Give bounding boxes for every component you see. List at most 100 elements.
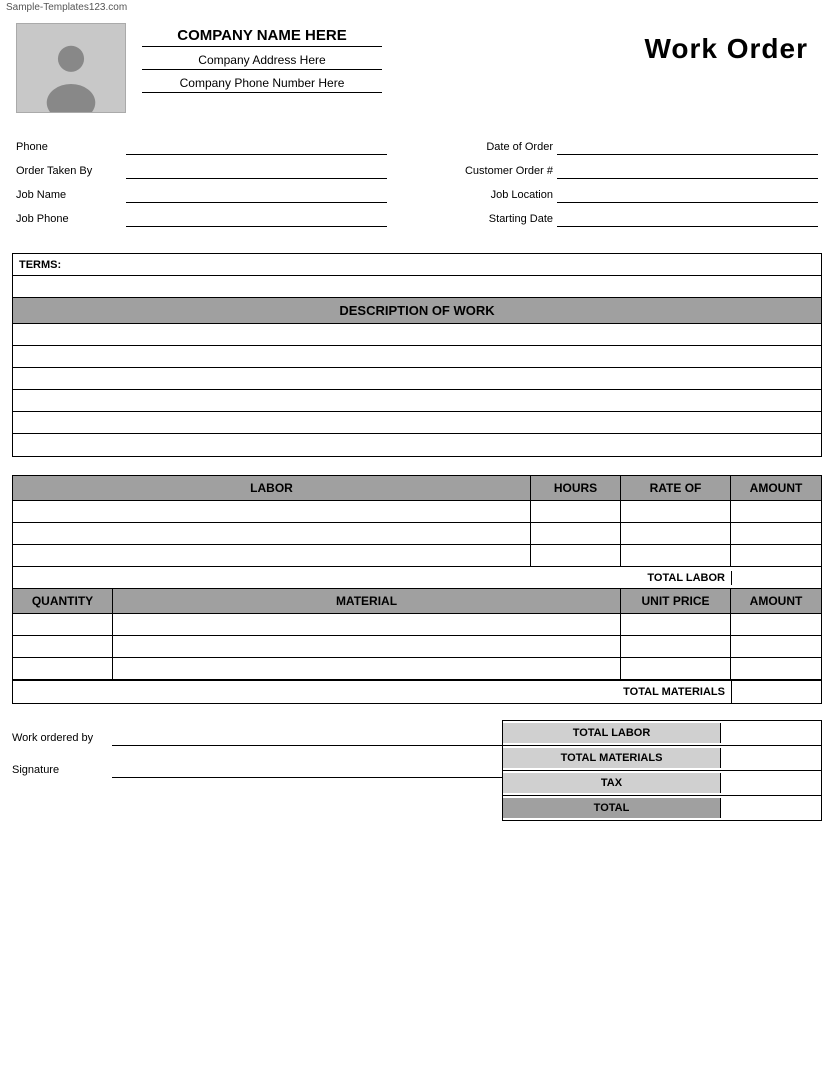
job-name-row: Job Name Job Location	[16, 187, 818, 203]
work-ordered-row: Work ordered by	[12, 730, 502, 746]
labor-col-rate: RATE OF	[621, 476, 731, 500]
summary-tax-label: TAX	[503, 773, 721, 793]
labor-cell-hours-3[interactable]	[531, 545, 621, 566]
mat-col-price: UNIT PRICE	[621, 589, 731, 613]
job-phone-input[interactable]	[126, 211, 387, 227]
terms-section: TERMS: DESCRIPTION OF WORK	[12, 253, 822, 457]
starting-date-label: Starting Date	[427, 213, 557, 225]
labor-cell-amount-1[interactable]	[731, 501, 821, 522]
mat-cell-price-2[interactable]	[621, 636, 731, 657]
total-materials-label: TOTAL MATERIALS	[13, 686, 731, 698]
mat-col-qty: QUANTITY	[13, 589, 113, 613]
mat-cell-price-1[interactable]	[621, 614, 731, 635]
form-section: Phone Date of Order Order Taken By Custo…	[0, 121, 834, 243]
labor-cell-labor-3[interactable]	[13, 545, 531, 566]
work-ordered-input[interactable]	[112, 730, 502, 746]
job-location-label: Job Location	[427, 189, 557, 201]
mat-cell-amount-1[interactable]	[731, 614, 821, 635]
mat-cell-amount-2[interactable]	[731, 636, 821, 657]
labor-cell-hours-2[interactable]	[531, 523, 621, 544]
company-address: Company Address Here	[142, 53, 382, 70]
order-taken-input[interactable]	[126, 163, 387, 179]
total-labor-row: TOTAL LABOR	[13, 567, 821, 589]
customer-order-label: Customer Order #	[427, 165, 557, 177]
signature-row: Signature	[12, 762, 502, 778]
summary-tax-value[interactable]	[721, 771, 821, 795]
labor-cell-rate-3[interactable]	[621, 545, 731, 566]
summary-total-labor-value[interactable]	[721, 721, 821, 745]
mat-cell-price-3[interactable]	[621, 658, 731, 679]
mat-cell-material-3[interactable]	[113, 658, 621, 679]
labor-cell-labor-1[interactable]	[13, 501, 531, 522]
summary-tax-row: TAX	[503, 771, 821, 796]
date-of-order-label: Date of Order	[427, 141, 557, 153]
watermark: Sample-Templates123.com	[0, 0, 834, 15]
labor-col-labor: LABOR	[13, 476, 531, 500]
labor-cell-hours-1[interactable]	[531, 501, 621, 522]
mat-cell-qty-1[interactable]	[13, 614, 113, 635]
mat-col-material: MATERIAL	[113, 589, 621, 613]
order-taken-label: Order Taken By	[16, 165, 126, 177]
labor-cell-rate-1[interactable]	[621, 501, 731, 522]
phone-label: Phone	[16, 141, 126, 153]
summary-total-value[interactable]	[721, 796, 821, 820]
mat-col-amount: AMOUNT	[731, 589, 821, 613]
labor-row-3	[13, 545, 821, 567]
terms-label-row: TERMS:	[13, 254, 821, 276]
terms-row-1	[13, 276, 821, 298]
order-taken-row: Order Taken By Customer Order #	[16, 163, 818, 179]
desc-header: DESCRIPTION OF WORK	[13, 298, 821, 324]
mat-cell-amount-3[interactable]	[731, 658, 821, 679]
desc-row-5	[13, 412, 821, 434]
labor-cell-amount-2[interactable]	[731, 523, 821, 544]
customer-order-input[interactable]	[557, 163, 818, 179]
materials-header-row: QUANTITY MATERIAL UNIT PRICE AMOUNT	[13, 589, 821, 614]
labor-section: LABOR HOURS RATE OF AMOUNT TOTAL LABOR Q…	[12, 475, 822, 704]
desc-row-4	[13, 390, 821, 412]
mat-cell-qty-2[interactable]	[13, 636, 113, 657]
labor-row-1	[13, 501, 821, 523]
logo-box	[16, 23, 126, 113]
company-info: COMPANY NAME HERE Company Address Here C…	[142, 23, 382, 99]
mat-cell-material-2[interactable]	[113, 636, 621, 657]
labor-col-amount: AMOUNT	[731, 476, 821, 500]
signature-area: Work ordered by Signature	[12, 720, 502, 794]
company-phone: Company Phone Number Here	[142, 76, 382, 93]
labor-cell-labor-2[interactable]	[13, 523, 531, 544]
labor-cell-amount-3[interactable]	[731, 545, 821, 566]
mat-cell-qty-3[interactable]	[13, 658, 113, 679]
header: COMPANY NAME HERE Company Address Here C…	[0, 15, 834, 121]
starting-date-input[interactable]	[557, 211, 818, 227]
summary-table: TOTAL LABOR TOTAL MATERIALS TAX TOTAL	[502, 720, 822, 821]
summary-section: Work ordered by Signature TOTAL LABOR TO…	[12, 720, 822, 821]
desc-row-6	[13, 434, 821, 456]
signature-input[interactable]	[112, 762, 502, 778]
labor-row-2	[13, 523, 821, 545]
summary-total-row: TOTAL	[503, 796, 821, 820]
labor-cell-rate-2[interactable]	[621, 523, 731, 544]
job-location-input[interactable]	[557, 187, 818, 203]
total-labor-label: TOTAL LABOR	[13, 572, 731, 584]
labor-col-hours: HOURS	[531, 476, 621, 500]
summary-total-label: TOTAL	[503, 798, 721, 818]
summary-total-labor-label: TOTAL LABOR	[503, 723, 721, 743]
mat-cell-material-1[interactable]	[113, 614, 621, 635]
terms-label: TERMS:	[19, 259, 61, 271]
job-name-input[interactable]	[126, 187, 387, 203]
summary-total-materials-value[interactable]	[721, 746, 821, 770]
company-name: COMPANY NAME HERE	[142, 27, 382, 47]
summary-total-materials-row: TOTAL MATERIALS	[503, 746, 821, 771]
summary-total-materials-label: TOTAL MATERIALS	[503, 748, 721, 768]
labor-header-row: LABOR HOURS RATE OF AMOUNT	[13, 476, 821, 501]
signature-label: Signature	[12, 764, 112, 776]
desc-row-3	[13, 368, 821, 390]
total-materials-amount[interactable]	[731, 681, 821, 703]
summary-total-labor-row: TOTAL LABOR	[503, 721, 821, 746]
job-phone-label: Job Phone	[16, 213, 126, 225]
total-labor-amount[interactable]	[731, 571, 821, 585]
phone-row: Phone Date of Order	[16, 139, 818, 155]
avatar	[17, 24, 125, 112]
phone-input[interactable]	[126, 139, 387, 155]
total-materials-row: TOTAL MATERIALS	[13, 680, 821, 703]
date-of-order-input[interactable]	[557, 139, 818, 155]
